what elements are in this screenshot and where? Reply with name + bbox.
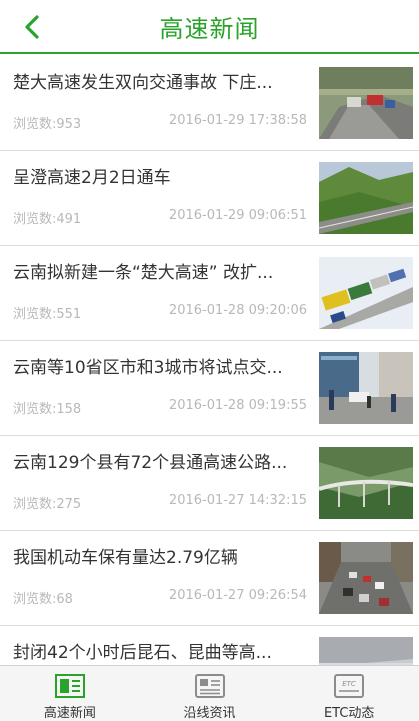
chevron-left-icon bbox=[25, 15, 39, 39]
view-count: 浏览数:158 bbox=[13, 402, 82, 417]
accident-highway-photo bbox=[319, 67, 413, 139]
mountain-highway-photo bbox=[319, 162, 413, 234]
news-title: 我国机动车保有量达2.79亿辆 bbox=[13, 548, 238, 568]
view-count: 浏览数:68 bbox=[13, 592, 73, 607]
city-traffic-photo bbox=[319, 542, 413, 614]
news-title: 封闭42个小时后昆石、昆曲等高... bbox=[13, 643, 272, 663]
tab-label: ETC动态 bbox=[323, 706, 375, 721]
publish-date: 2016-01-28 09:20:06 bbox=[168, 303, 307, 318]
news-title: 云南等10省区市和3城市将试点交... bbox=[13, 358, 283, 378]
etc-card-icon: ETC bbox=[334, 674, 365, 698]
police-street-photo bbox=[319, 352, 413, 424]
traffic-jam-trucks-photo bbox=[319, 257, 413, 329]
news-title: 云南拟新建一条“楚大高速” 改扩... bbox=[13, 263, 274, 283]
page-title: 高速新闻 bbox=[159, 14, 260, 43]
publish-date: 2016-01-29 09:06:51 bbox=[168, 208, 307, 223]
tab-highway-news[interactable]: 高速新闻 bbox=[0, 666, 140, 721]
view-count: 浏览数:551 bbox=[13, 307, 82, 322]
snow-road-photo bbox=[319, 637, 413, 665]
view-count: 浏览数:491 bbox=[13, 212, 82, 227]
news-title: 楚大高速发生双向交通事故 下庄... bbox=[13, 73, 273, 93]
svg-text:ETC: ETC bbox=[342, 680, 356, 688]
publish-date: 2016-01-27 14:32:15 bbox=[168, 493, 307, 508]
publish-date: 2016-01-27 09:26:54 bbox=[168, 588, 307, 603]
news-item[interactable]: 云南等10省区市和3城市将试点交... 浏览数:158 2016-01-28 0… bbox=[0, 341, 419, 436]
news-item[interactable]: 我国机动车保有量达2.79亿辆 浏览数:68 2016-01-27 09:26:… bbox=[0, 531, 419, 626]
info-icon bbox=[194, 674, 225, 698]
news-icon bbox=[54, 674, 85, 698]
news-title: 云南129个县有72个县通高速公路... bbox=[13, 453, 288, 473]
viaduct-valley-photo bbox=[319, 447, 413, 519]
bottom-tab-bar: 高速新闻 沿线资讯 ETC ETC动态 bbox=[0, 665, 419, 721]
back-button[interactable] bbox=[14, 10, 50, 44]
news-list[interactable]: 楚大高速发生双向交通事故 下庄... 浏览数:953 2016-01-29 17… bbox=[0, 56, 419, 665]
publish-date: 2016-01-29 17:38:58 bbox=[168, 113, 307, 128]
app-header: 高速新闻 bbox=[0, 0, 419, 54]
news-item[interactable]: 云南129个县有72个县通高速公路... 浏览数:275 2016-01-27 … bbox=[0, 436, 419, 531]
tab-etc-news[interactable]: ETC ETC动态 bbox=[279, 666, 419, 721]
tab-route-info[interactable]: 沿线资讯 bbox=[140, 666, 280, 721]
view-count: 浏览数:275 bbox=[13, 497, 82, 512]
publish-date: 2016-01-28 09:19:55 bbox=[168, 398, 307, 413]
news-item[interactable]: 云南拟新建一条“楚大高速” 改扩... 浏览数:551 2016-01-28 0… bbox=[0, 246, 419, 341]
news-item[interactable]: 呈澄高速2月2日通车 浏览数:491 2016-01-29 09:06:51 bbox=[0, 151, 419, 246]
news-item[interactable]: 楚大高速发生双向交通事故 下庄... 浏览数:953 2016-01-29 17… bbox=[0, 56, 419, 151]
tab-label: 高速新闻 bbox=[43, 706, 96, 721]
news-item[interactable]: 封闭42个小时后昆石、昆曲等高... bbox=[0, 626, 419, 665]
tab-label: 沿线资讯 bbox=[183, 706, 236, 721]
view-count: 浏览数:953 bbox=[13, 117, 82, 132]
news-title: 呈澄高速2月2日通车 bbox=[13, 168, 171, 188]
